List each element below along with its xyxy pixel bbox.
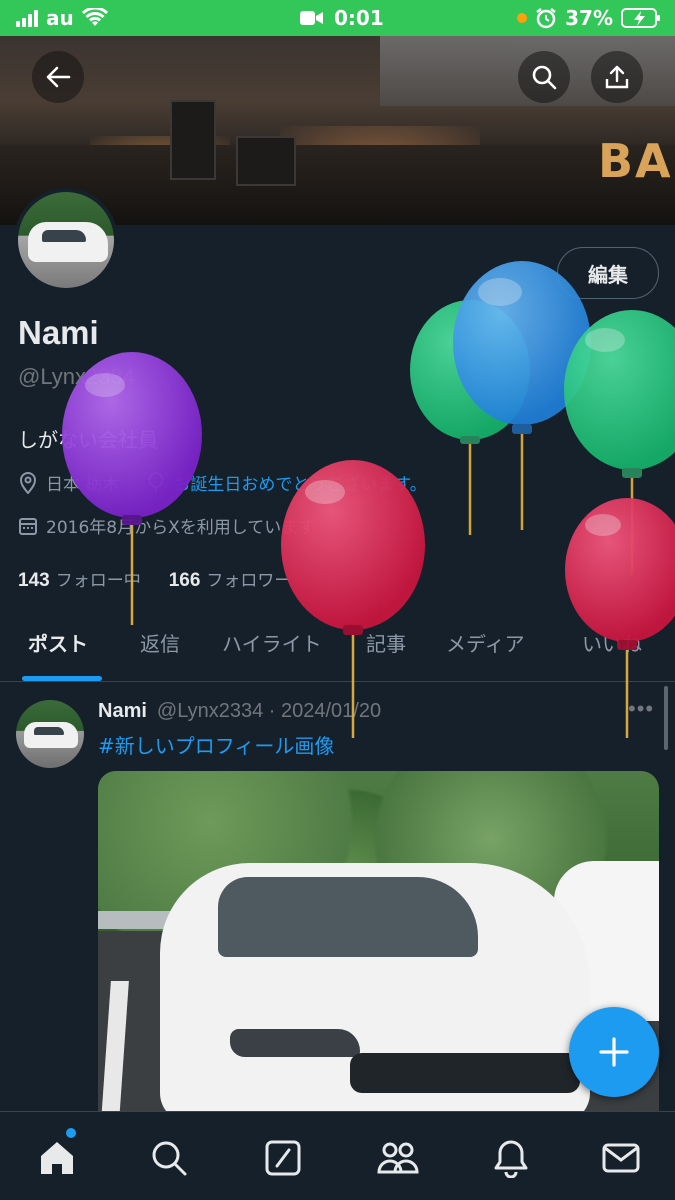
calendar-icon	[19, 517, 37, 535]
tab-articles[interactable]: 記事	[366, 628, 406, 657]
tab-media[interactable]: メディア	[446, 628, 525, 657]
nav-home[interactable]	[35, 1136, 79, 1180]
post-more-button[interactable]: •••	[628, 696, 654, 722]
alarm-icon	[536, 8, 556, 29]
profile-tabs: ポスト 返信 ハイライト 記事 メディア いいね	[0, 610, 675, 682]
share-icon	[605, 65, 629, 89]
following-count: 143	[18, 570, 50, 591]
back-button[interactable]	[32, 51, 84, 103]
balloon-green-left	[410, 300, 530, 535]
followers-count: 166	[168, 570, 201, 591]
compose-fab[interactable]	[569, 1007, 659, 1097]
status-bar: au 0:01 37%	[0, 0, 675, 36]
signal-icon	[16, 9, 38, 27]
share-button[interactable]	[591, 51, 643, 103]
search-icon	[532, 65, 557, 90]
follow-stats: 143 フォロー中 166 フォロワー	[18, 566, 291, 592]
post-handle-date: @Lynx2334 · 2024/01/20	[156, 700, 382, 722]
arrow-left-icon	[46, 66, 71, 88]
balloon-green-right	[564, 310, 675, 575]
tab-posts[interactable]: ポスト	[28, 628, 88, 657]
carrier-label: au	[46, 6, 74, 30]
messages-icon	[602, 1143, 640, 1173]
profile-banner[interactable]: BA	[0, 36, 675, 225]
active-tab-indicator	[22, 676, 102, 681]
banner-sign: BA	[598, 134, 673, 188]
nav-messages[interactable]	[599, 1136, 643, 1180]
nav-grok[interactable]	[261, 1136, 305, 1180]
camera-icon	[300, 11, 323, 25]
profile-bio: しがない会社員	[18, 428, 158, 452]
joined-date: 2016年8月からXを利用しています	[46, 518, 316, 538]
post-author-name[interactable]: Nami	[98, 700, 147, 723]
post-text[interactable]: #新しいプロフィール画像	[98, 730, 334, 759]
privacy-dot	[517, 13, 528, 23]
nav-notifications[interactable]	[489, 1136, 533, 1180]
profile-location: 日本 栃木	[46, 475, 120, 495]
bottom-nav	[0, 1111, 675, 1200]
communities-icon	[377, 1142, 419, 1174]
followers-label: フォロワー	[206, 571, 292, 591]
scrollbar[interactable]	[664, 686, 668, 750]
tab-highlights[interactable]: ハイライト	[222, 628, 322, 657]
followers-link[interactable]: 166 フォロワー	[169, 566, 292, 592]
nav-communities[interactable]	[376, 1136, 420, 1180]
display-name: Nami	[18, 314, 99, 351]
wifi-icon	[81, 8, 108, 26]
balloon-red-center	[281, 460, 425, 738]
profile-meta-row: 日本 栃木 お誕生日おめでとうございます。	[18, 470, 427, 495]
battery-percent: 37%	[565, 6, 613, 30]
search-button[interactable]	[518, 51, 570, 103]
birthday-message[interactable]: お誕生日おめでとうございます。	[173, 470, 426, 495]
following-link[interactable]: 143 フォロー中	[18, 566, 141, 592]
plus-icon	[599, 1037, 629, 1067]
joined-row: 2016年8月からXを利用しています	[18, 513, 315, 538]
post-header: Nami @Lynx2334 · 2024/01/20	[98, 700, 381, 723]
location-icon	[19, 471, 37, 494]
edit-profile-button[interactable]: 編集	[557, 247, 659, 299]
tab-replies[interactable]: 返信	[140, 628, 180, 657]
search-icon	[152, 1141, 187, 1176]
profile-avatar[interactable]	[14, 188, 118, 292]
notifications-icon	[494, 1140, 528, 1178]
battery-charging-icon	[621, 8, 660, 28]
home-unread-dot	[66, 1128, 76, 1138]
tab-likes[interactable]: いいね	[582, 628, 642, 657]
post-avatar[interactable]	[16, 700, 84, 768]
following-label: フォロー中	[55, 571, 141, 591]
profile-handle: @Lynx2334	[18, 364, 135, 389]
balloon-blue	[453, 261, 591, 530]
home-icon	[41, 1142, 73, 1174]
clock-time: 0:01	[334, 6, 384, 30]
balloon-icon	[148, 471, 164, 493]
compose-icon	[265, 1140, 301, 1176]
nav-search[interactable]	[147, 1136, 191, 1180]
